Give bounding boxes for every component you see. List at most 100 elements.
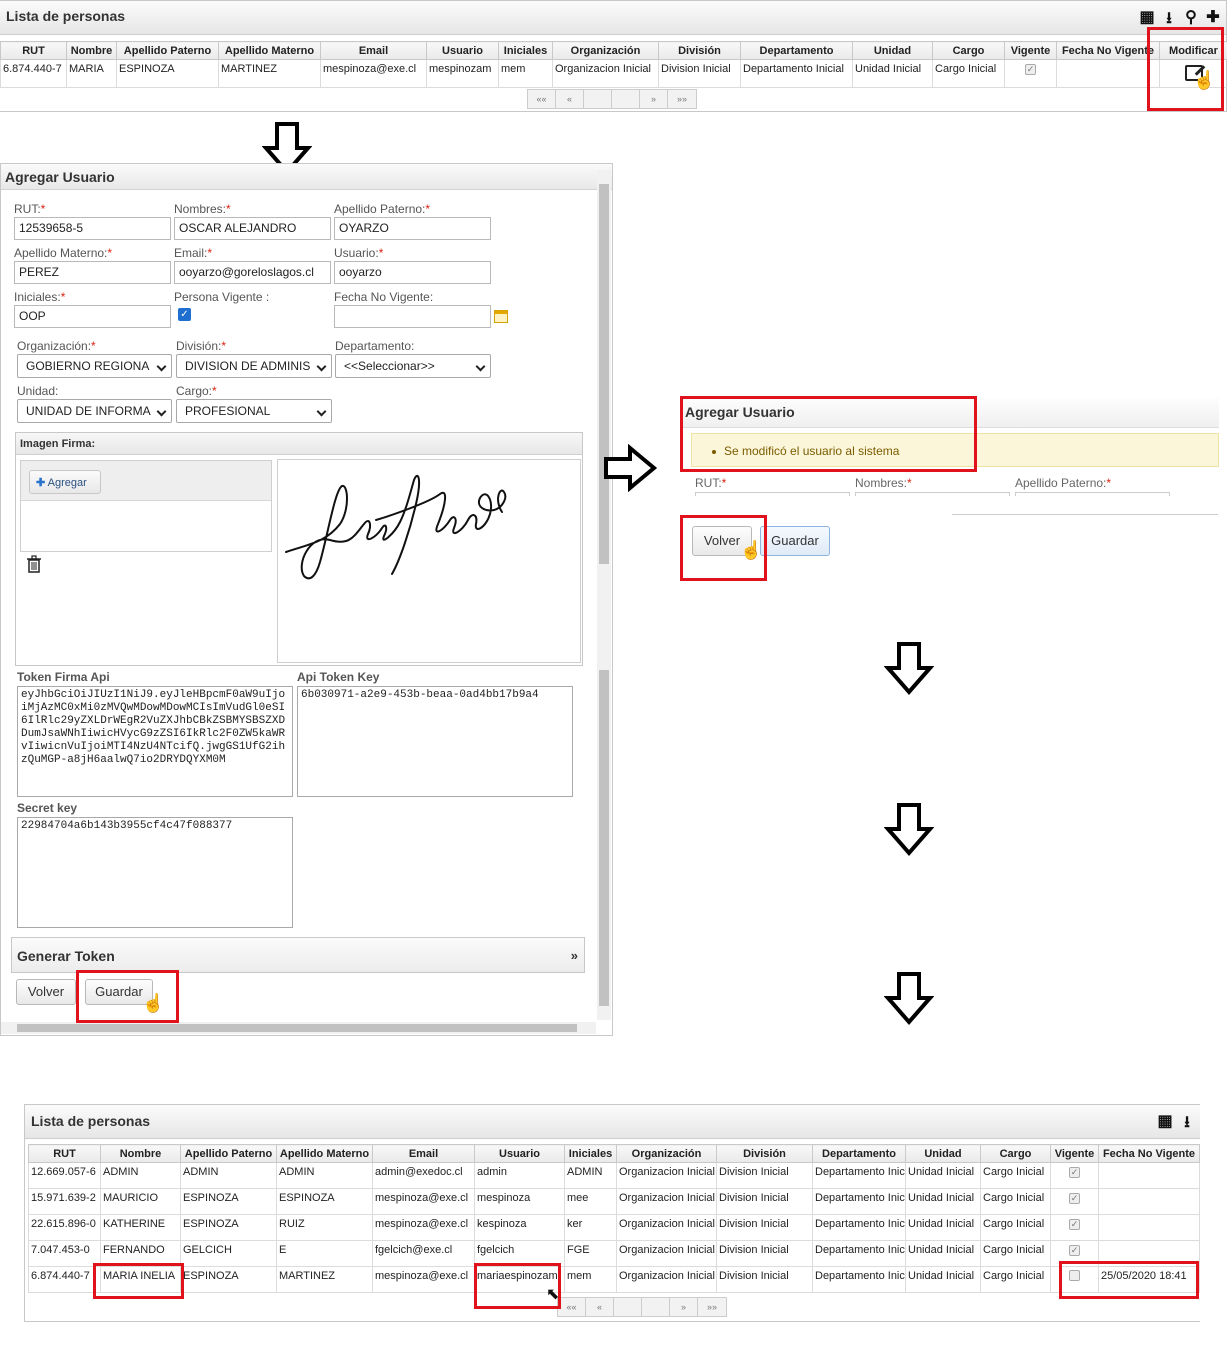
iniciales-input[interactable]: OOP: [14, 305, 171, 328]
division-select[interactable]: DIVISION DE ADMINIS: [176, 354, 332, 378]
table-cell: MARTINEZ: [276, 1266, 373, 1293]
persona-vigente-checkbox[interactable]: ✓: [178, 308, 191, 321]
generar-token-panel[interactable]: Generar Token »: [11, 937, 585, 973]
table-cell: mespinoza@exe.cl: [372, 1214, 475, 1241]
plus-icon[interactable]: ✚: [1204, 7, 1222, 34]
column-header[interactable]: División: [716, 1144, 813, 1163]
form-scrollbar-vertical[interactable]: [597, 170, 611, 1020]
token-firma-api-label: Token Firma Api: [17, 670, 110, 684]
table-row[interactable]: 6.874.440-7 MARIA ESPINOZA MARTINEZ mespinoz…: [0, 59, 1227, 88]
table-cell: MARTINEZ: [218, 59, 321, 88]
nombres-input[interactable]: OSCAR ALEJANDRO: [174, 217, 331, 240]
fecha-no-vigente-input[interactable]: [334, 305, 491, 328]
pager-button[interactable]: [642, 1298, 670, 1316]
firma-upload-area: ✚ Agregar: [20, 460, 272, 552]
table-row[interactable]: 7.047.453-0 FERNANDO GELCICH Efgelcich@exe.…: [28, 1240, 1200, 1267]
table-row[interactable]: 6.874.440-7 MARIA INELIA ESPINOZA MARTINEZ m…: [28, 1266, 1200, 1293]
column-header[interactable]: Email: [372, 1144, 475, 1163]
column-header[interactable]: Cargo: [932, 41, 1005, 60]
column-header[interactable]: Cargo: [980, 1144, 1051, 1163]
column-header[interactable]: Vigente: [1004, 41, 1057, 60]
vigente-checkbox: ✓: [1069, 1193, 1080, 1204]
grid-icon[interactable]: ▦: [1156, 1111, 1174, 1138]
form-scrollbar-horizontal[interactable]: [1, 1022, 596, 1034]
pager-button[interactable]: »: [670, 1298, 698, 1316]
pager-button[interactable]: [612, 90, 640, 108]
table-row[interactable]: 15.971.639-2 MAURICIO ESPINOZA ESPINOZA mesp…: [28, 1188, 1200, 1215]
column-header[interactable]: Organización: [616, 1144, 717, 1163]
column-header[interactable]: Apellido Materno: [276, 1144, 373, 1163]
column-header[interactable]: Unidad: [905, 1144, 981, 1163]
column-header[interactable]: Iniciales: [564, 1144, 617, 1163]
result-nombres-label: Nombres:*: [855, 476, 912, 490]
pager-button[interactable]: ««: [558, 1298, 586, 1316]
column-header[interactable]: Unidad: [852, 41, 933, 60]
pager-button[interactable]: »»: [668, 90, 696, 108]
calendar-icon[interactable]: [494, 310, 508, 323]
table-cell: [1098, 1188, 1200, 1215]
download-icon[interactable]: ⭳: [1178, 1111, 1196, 1138]
pager-button[interactable]: »»: [698, 1298, 726, 1316]
table-row[interactable]: 22.615.896-0 KATHERINE ESPINOZA RUIZ mespino…: [28, 1214, 1200, 1241]
table-cell: MAURICIO: [100, 1188, 181, 1215]
pager-button[interactable]: ««: [528, 90, 556, 108]
result-guardar-button[interactable]: Guardar: [760, 526, 830, 556]
table-row[interactable]: 12.669.057-6 ADMIN ADMIN ADMIN admin@exedoc.…: [28, 1162, 1200, 1189]
download-icon[interactable]: ⭳: [1160, 7, 1178, 34]
search-icon[interactable]: ⚲: [1182, 7, 1200, 34]
grid-title: Lista de personas ▦ ⭳: [25, 1105, 1200, 1139]
vigente-cell: ✓: [1050, 1188, 1099, 1215]
volver-button[interactable]: Volver: [16, 979, 76, 1005]
usuario-input[interactable]: ooyarzo: [334, 261, 491, 284]
api-token-key-textarea[interactable]: 6b030971-a2e9-453b-beaa-0ad4bb17b9a4: [297, 686, 573, 797]
table-cell: Organizacion Inicial: [616, 1162, 717, 1189]
column-header[interactable]: Nombre: [100, 1144, 181, 1163]
departamento-select[interactable]: <<Seleccionar>>: [335, 354, 491, 378]
column-header[interactable]: Usuario: [474, 1144, 565, 1163]
secret-key-textarea[interactable]: 22984704a6b143b3955cf4c47f088377: [17, 817, 293, 928]
agregar-firma-button[interactable]: ✚ Agregar: [29, 470, 101, 494]
apellido-paterno-input[interactable]: OYARZO: [334, 217, 491, 240]
grid-icon[interactable]: ▦: [1138, 7, 1156, 34]
unidad-select[interactable]: UNIDAD DE INFORMA: [17, 399, 172, 423]
table-cell: admin: [474, 1162, 565, 1189]
column-header[interactable]: Fecha No Vigente: [1056, 41, 1160, 60]
apellido-materno-label: Apellido Materno:*: [14, 246, 113, 260]
column-header[interactable]: Email: [320, 41, 427, 60]
organizacion-select[interactable]: GOBIERNO REGIONA: [17, 354, 172, 378]
table-cell: ESPINOZA: [180, 1214, 277, 1241]
column-header[interactable]: Apellido Paterno: [116, 41, 219, 60]
column-header[interactable]: Usuario: [426, 41, 499, 60]
column-header[interactable]: Apellido Paterno: [180, 1144, 277, 1163]
pager-button[interactable]: «: [556, 90, 584, 108]
table-cell: Departamento Inicial: [812, 1240, 906, 1267]
api-token-key-label: Api Token Key: [297, 670, 380, 684]
pager-button[interactable]: [584, 90, 612, 108]
column-header[interactable]: RUT: [0, 41, 67, 60]
column-header[interactable]: Vigente: [1050, 1144, 1099, 1163]
column-header[interactable]: RUT: [28, 1144, 101, 1163]
column-header[interactable]: Nombre: [66, 41, 117, 60]
column-header[interactable]: Departamento: [812, 1144, 906, 1163]
column-header[interactable]: Departamento: [740, 41, 853, 60]
trash-icon[interactable]: [26, 555, 42, 573]
expand-chevron-icon[interactable]: »: [571, 948, 578, 963]
pager-button[interactable]: »: [640, 90, 668, 108]
vigente-cell: ✓: [1050, 1162, 1099, 1189]
email-input[interactable]: ooyarzo@goreloslagos.cl: [174, 261, 331, 284]
rut-input[interactable]: 12539658-5: [14, 217, 171, 240]
pager-button[interactable]: [614, 1298, 642, 1316]
pager-button[interactable]: «: [586, 1298, 614, 1316]
column-header[interactable]: Organización: [552, 41, 659, 60]
table-cell: mespinoza@exe.cl: [320, 59, 427, 88]
column-header[interactable]: División: [658, 41, 741, 60]
token-firma-api-textarea[interactable]: eyJhbGciOiJIUzI1NiJ9.eyJleHBpcmF0aW9uIjo…: [17, 686, 293, 797]
column-header[interactable]: Iniciales: [498, 41, 553, 60]
column-header[interactable]: Fecha No Vigente: [1098, 1144, 1200, 1163]
apellido-materno-input[interactable]: PEREZ: [14, 261, 171, 284]
imagen-firma-section: Imagen Firma: ✚ Agregar: [15, 432, 583, 666]
cargo-select[interactable]: PROFESIONAL: [176, 399, 332, 423]
table-cell: Departamento Inicial: [812, 1162, 906, 1189]
column-header[interactable]: Modificar: [1159, 41, 1227, 60]
column-header[interactable]: Apellido Materno: [218, 41, 321, 60]
